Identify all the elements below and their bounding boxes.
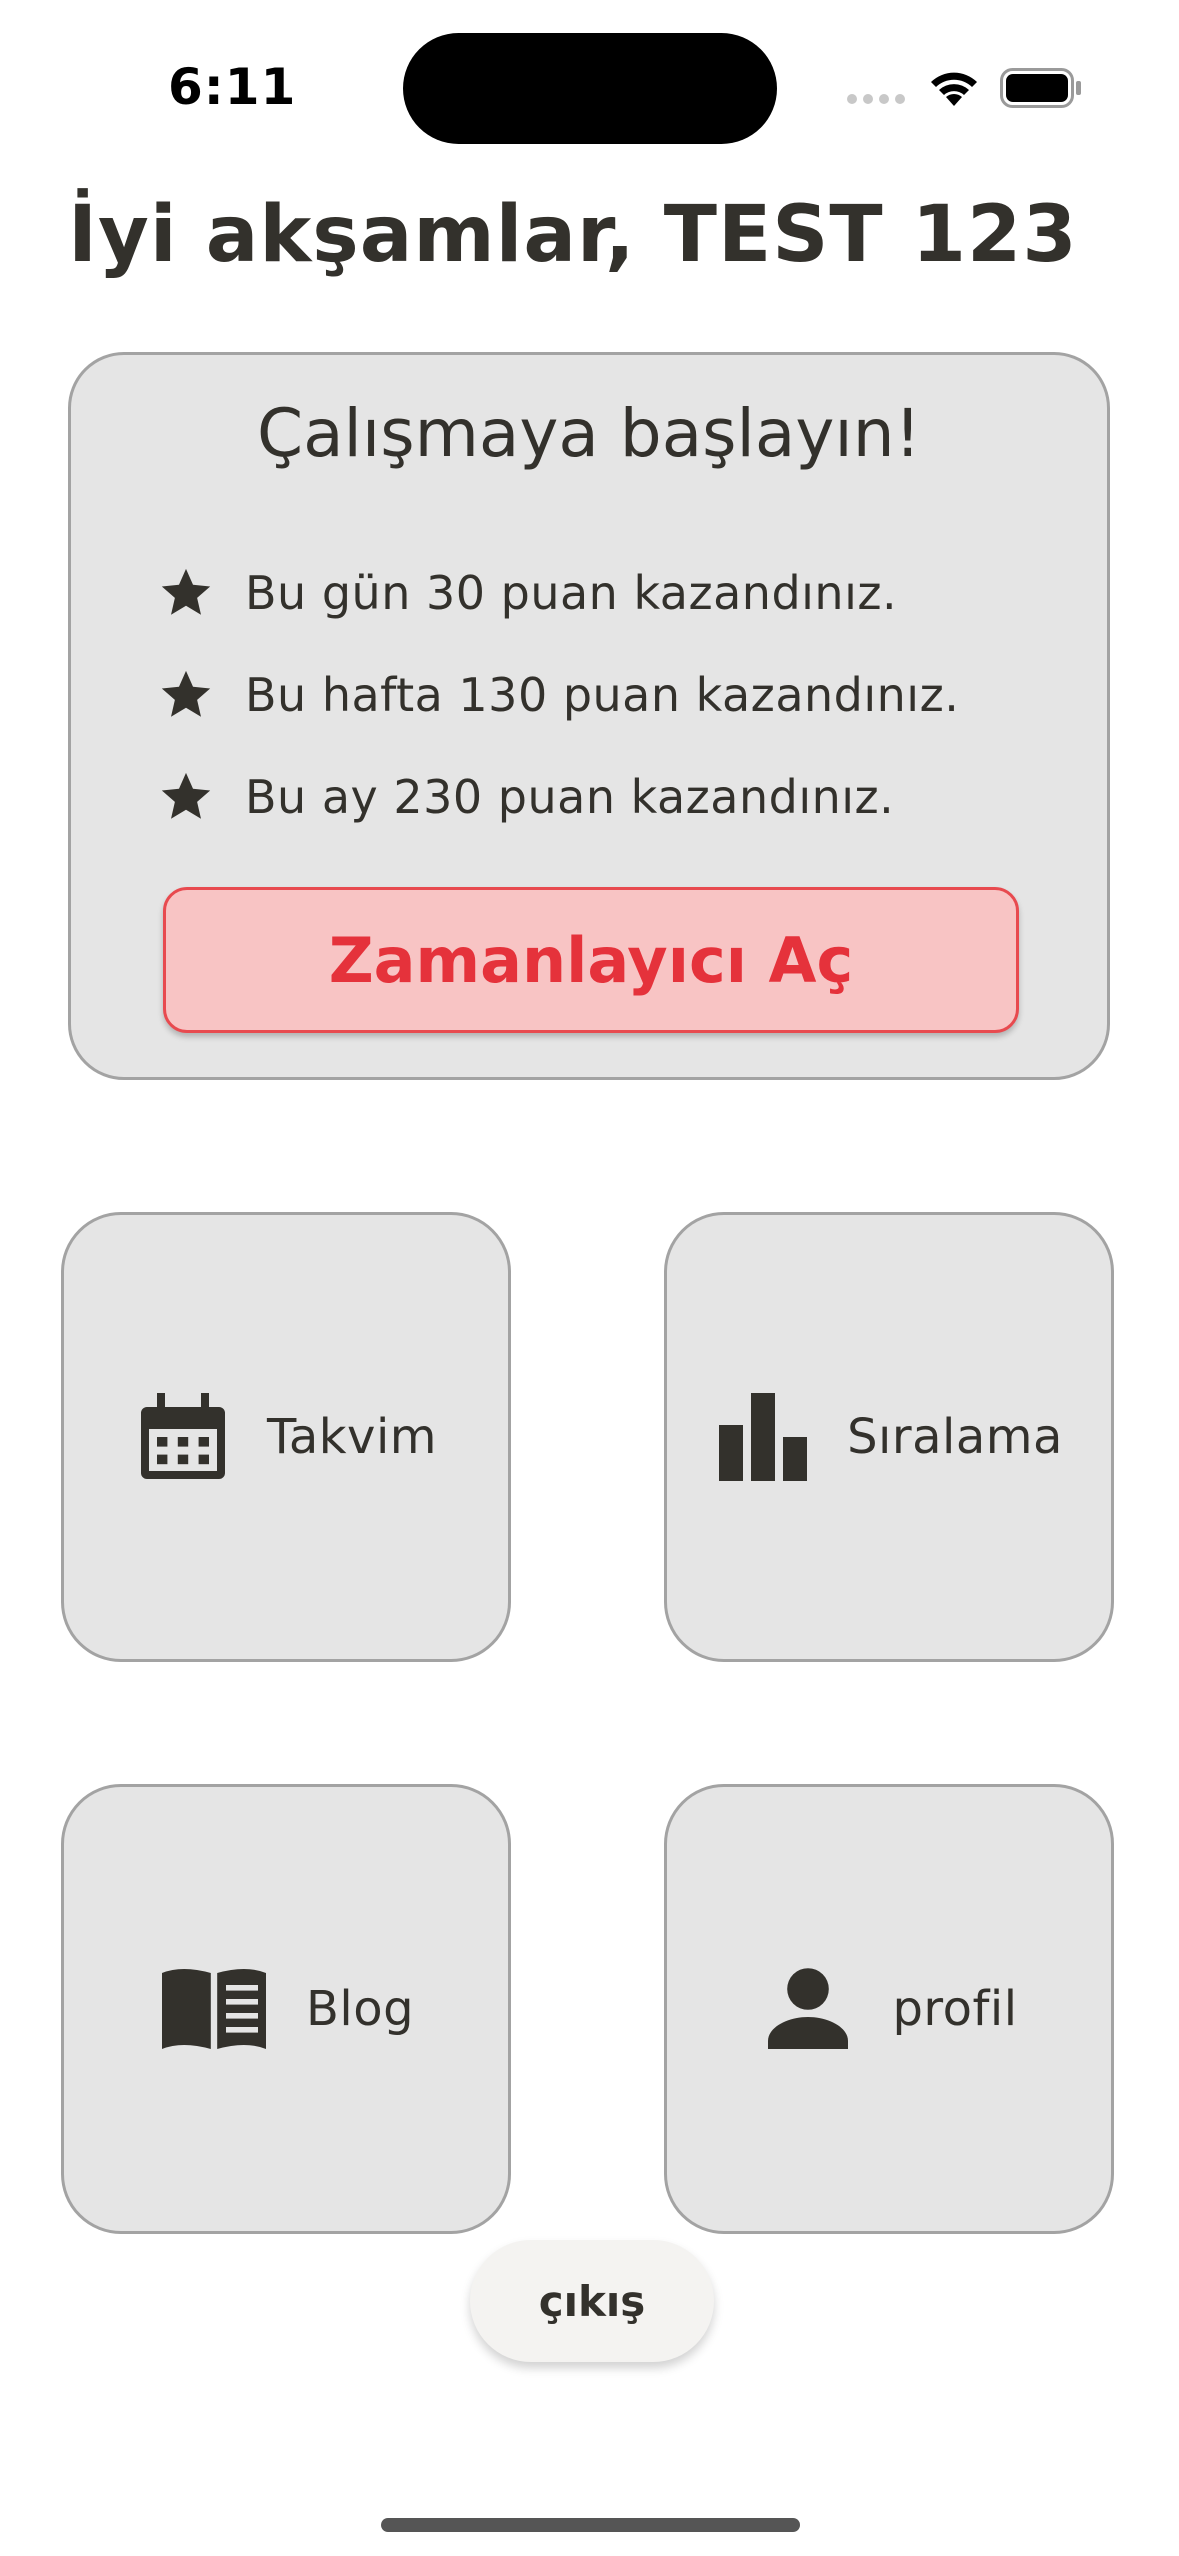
tile-label-calendar: Takvim: [266, 1409, 438, 1465]
tile-label-blog: Blog: [305, 1981, 415, 2037]
stat-row-month: Bu ay 230 puan kazandınız.: [157, 765, 894, 829]
study-stats-card: Çalışmaya başlayın! Bu gün 30 puan kazan…: [68, 352, 1110, 1080]
wifi-icon: [931, 72, 977, 106]
calendar-icon: [140, 1393, 225, 1479]
stat-row-today: Bu gün 30 puan kazandınız.: [157, 561, 897, 625]
star-icon: [161, 772, 211, 819]
star-icon: [161, 568, 211, 615]
tile-profile[interactable]: profil: [664, 1784, 1114, 2234]
dynamic-island: [403, 33, 777, 144]
open-timer-button[interactable]: Zamanlayıcı Aç: [163, 887, 1019, 1033]
cellular-signal-icon: [847, 94, 905, 104]
logout-button[interactable]: çıkış: [470, 2240, 714, 2362]
tile-label-profile: profil: [892, 1981, 1018, 2037]
bar-chart-icon: [719, 1393, 808, 1481]
person-icon: [768, 1968, 849, 2049]
stat-text-month: Bu ay 230 puan kazandınız.: [245, 770, 895, 824]
stat-row-week: Bu hafta 130 puan kazandınız.: [157, 663, 959, 727]
stats-card-title: Çalışmaya başlayın!: [257, 395, 921, 472]
stat-text-today: Bu gün 30 puan kazandınız.: [245, 566, 898, 620]
home-screen: 6:11 İyi akşamlar, TEST 123 Çalışmaya ba…: [0, 0, 1179, 2556]
tile-calendar[interactable]: Takvim: [61, 1212, 511, 1662]
status-time: 6:11: [168, 58, 297, 116]
tile-blog[interactable]: Blog: [61, 1784, 511, 2234]
home-indicator[interactable]: [381, 2518, 800, 2532]
stat-text-week: Bu hafta 130 puan kazandınız.: [245, 668, 960, 722]
book-icon: [161, 1969, 266, 2049]
greeting-title: İyi akşamlar, TEST 123: [68, 190, 1078, 280]
tile-ranking[interactable]: Sıralama: [664, 1212, 1114, 1662]
tile-label-ranking: Sıralama: [847, 1409, 1063, 1465]
battery-icon: [1000, 68, 1081, 108]
star-icon: [161, 670, 211, 717]
